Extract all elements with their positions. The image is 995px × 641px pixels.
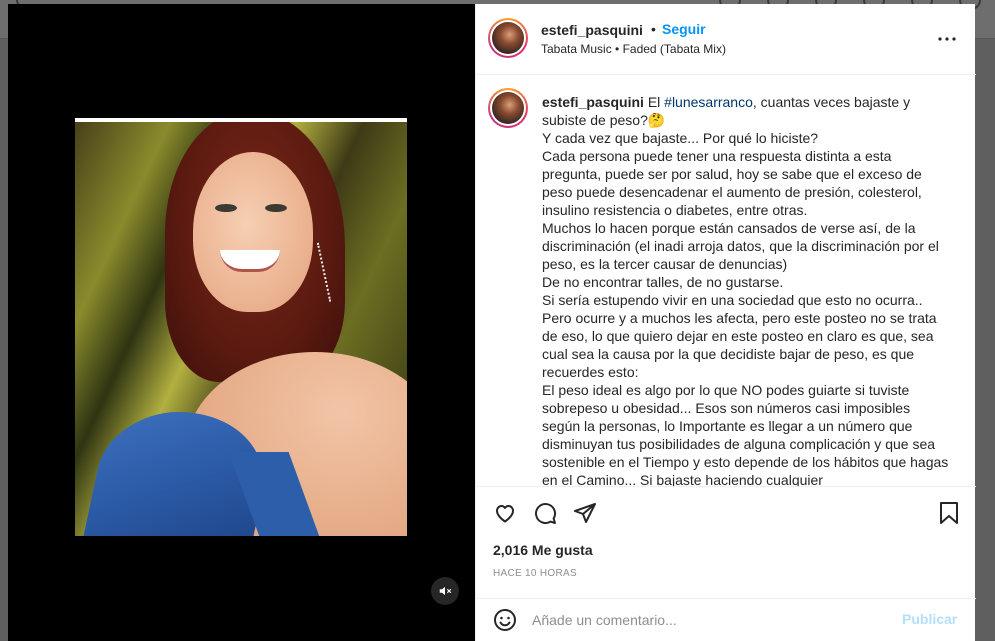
like-count[interactable]: 2,016 Me gusta — [493, 542, 593, 558]
avatar[interactable] — [488, 18, 528, 58]
comment-button[interactable] — [531, 499, 559, 527]
follow-button[interactable]: Seguir — [662, 21, 706, 37]
more-options-icon — [938, 37, 956, 41]
more-options-button[interactable] — [936, 29, 958, 49]
heart-icon — [496, 505, 514, 523]
send-icon — [574, 503, 596, 523]
post-side-panel: estefi_pasquini • Seguir Tabata Music • … — [475, 4, 976, 641]
comment-input[interactable] — [532, 609, 872, 631]
caption-username[interactable]: estefi_pasquini — [542, 94, 644, 110]
add-comment-bar: Publicar — [476, 598, 976, 641]
like-button[interactable] — [491, 499, 519, 527]
caption-body: , cuantas veces bajaste y subiste de pes… — [542, 94, 949, 486]
post-header: estefi_pasquini • Seguir Tabata Music • … — [476, 4, 976, 75]
post-caption: estefi_pasquini El #lunesarranco, cuanta… — [542, 93, 950, 486]
mute-button[interactable] — [431, 577, 459, 605]
save-button[interactable] — [935, 499, 963, 527]
separator-dot: • — [651, 21, 656, 37]
post-photo — [75, 122, 407, 536]
music-info[interactable]: Tabata Music • Faded (Tabata Mix) — [541, 42, 726, 56]
share-button[interactable] — [571, 499, 599, 527]
post-timestamp[interactable]: HACE 10 HORAS — [493, 568, 577, 579]
muted-speaker-icon — [439, 586, 452, 596]
header-username[interactable]: estefi_pasquini — [541, 22, 643, 38]
comments-area[interactable]: estefi_pasquini El #lunesarranco, cuanta… — [476, 76, 976, 486]
emoji-button[interactable] — [492, 607, 518, 633]
publish-button[interactable]: Publicar — [902, 611, 957, 627]
comment-icon — [535, 503, 557, 525]
caption-hashtag[interactable]: #lunesarranco — [664, 94, 753, 110]
post-photo-frame — [75, 118, 407, 536]
caption-lead: El — [647, 94, 665, 110]
caption-avatar[interactable] — [488, 88, 528, 128]
bookmark-icon — [940, 502, 958, 524]
emoji-icon — [494, 609, 516, 631]
post-media[interactable] — [8, 4, 475, 641]
